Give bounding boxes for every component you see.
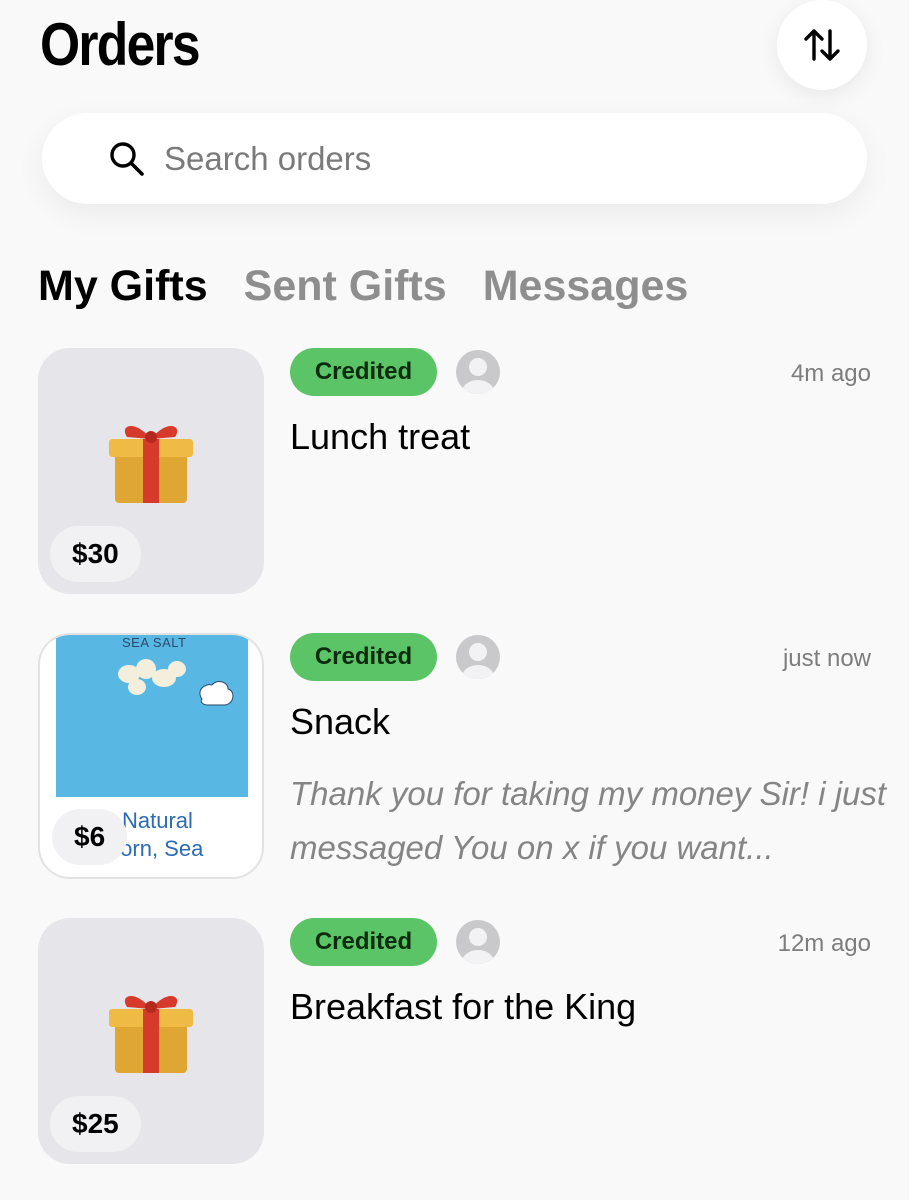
orders-screen: Orders My Gifts Sent Gifts Messages: [0, 0, 909, 1200]
user-avatar-icon: [462, 358, 494, 394]
sort-arrows-icon: [804, 29, 840, 61]
sort-button[interactable]: [777, 0, 867, 90]
avatar[interactable]: [456, 920, 500, 964]
order-item[interactable]: $30 Credited 4m ago Lunch treat: [0, 348, 909, 598]
status-badge: Credited: [290, 918, 437, 966]
search-icon: [108, 140, 146, 178]
order-message: Thank you for taking my money Sir! i jus…: [290, 775, 887, 866]
status-badge: Credited: [290, 348, 437, 396]
tab-my-gifts[interactable]: My Gifts: [38, 262, 208, 311]
order-thumbnail: $25: [38, 918, 264, 1164]
order-thumbnail: SEA SALT Natural Popcorn, Sea $6: [38, 633, 264, 879]
tab-sent-gifts[interactable]: Sent Gifts: [244, 262, 447, 311]
calorie-badge-icon: [199, 681, 234, 706]
order-name: Lunch treat: [290, 416, 471, 457]
price-tag: $30: [50, 526, 141, 582]
order-name: Snack: [290, 701, 391, 742]
bag-label: SEA SALT: [122, 635, 187, 650]
user-avatar-icon: [462, 643, 494, 679]
search-input[interactable]: [164, 139, 764, 178]
order-time: just now: [782, 645, 871, 672]
search-bar[interactable]: [42, 113, 867, 204]
status-badge: Credited: [290, 633, 437, 681]
tab-messages[interactable]: Messages: [483, 262, 689, 311]
order-item[interactable]: $25 Credited 12m ago Breakfast for the K…: [0, 918, 909, 1168]
order-name: Breakfast for the King: [290, 986, 637, 1027]
gift-icon: [109, 996, 193, 1074]
avatar[interactable]: [456, 350, 500, 394]
user-avatar-icon: [462, 928, 494, 964]
tab-bar: My Gifts Sent Gifts Messages: [38, 262, 688, 311]
order-time: 4m ago: [790, 360, 871, 387]
order-time: 12m ago: [777, 930, 871, 957]
popcorn-bag-image: SEA SALT: [56, 635, 248, 797]
order-item[interactable]: SEA SALT Natural Popcorn, Sea $6 Credite…: [0, 633, 909, 883]
avatar[interactable]: [456, 635, 500, 679]
page-title: Orders: [40, 11, 201, 78]
price-tag: $6: [52, 809, 128, 865]
order-thumbnail: $30: [38, 348, 264, 594]
gift-icon: [109, 426, 193, 504]
price-tag: $25: [50, 1096, 141, 1152]
